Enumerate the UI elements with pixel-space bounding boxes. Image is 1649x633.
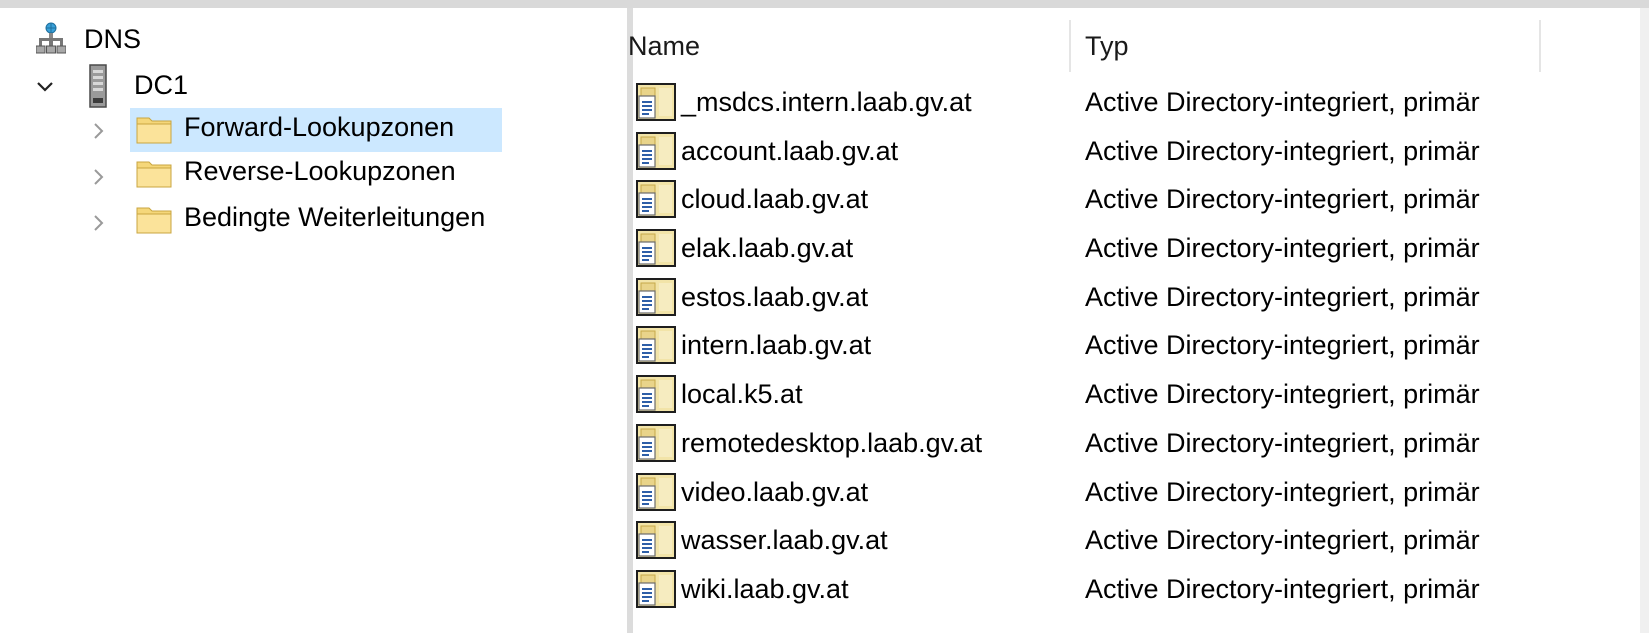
folder-icon: [136, 117, 172, 144]
chevron-right-icon[interactable]: [90, 122, 108, 140]
list-item[interactable]: video.laab.gv.at Active Directory-integr…: [633, 468, 1649, 517]
folder-icon: [136, 207, 172, 234]
zone-file-icon: [636, 375, 676, 414]
column-header-name[interactable]: Name: [628, 16, 1068, 76]
column-header-typ[interactable]: Typ: [1085, 16, 1545, 76]
console-tree: DNS DC1 Forward-Lookupzonen Reverse-Look…: [0, 8, 627, 633]
zone-name: estos.laab.gv.at: [681, 281, 869, 312]
list-item[interactable]: cloud.laab.gv.at Active Directory-integr…: [633, 175, 1649, 224]
zone-name: account.laab.gv.at: [681, 135, 899, 166]
tree-label-dns: DNS: [84, 24, 142, 54]
tree-label-reverse-lookupzonen: Reverse-Lookupzonen: [184, 156, 456, 186]
list-item[interactable]: estos.laab.gv.at Active Directory-integr…: [633, 273, 1649, 322]
chevron-right-icon[interactable]: [90, 214, 108, 232]
zone-name: local.k5.at: [681, 379, 803, 410]
server-icon: [89, 64, 107, 108]
zone-file-icon: [636, 521, 676, 560]
tree-node-bedingte-weiterleitungen[interactable]: Bedingte Weiterleitungen: [90, 198, 570, 244]
zone-type: Active Directory-integriert, primär: [1085, 184, 1480, 215]
tree-label-forward-lookupzonen: Forward-Lookupzonen: [184, 112, 455, 142]
column-divider[interactable]: [1069, 20, 1071, 72]
zone-file-icon: [636, 326, 676, 365]
zone-file-icon: [636, 277, 676, 316]
list-item[interactable]: intern.laab.gv.at Active Directory-integ…: [633, 321, 1649, 370]
zone-file-icon: [636, 131, 676, 170]
zone-file-icon: [636, 472, 676, 511]
list-item[interactable]: local.k5.at Active Directory-integriert,…: [633, 370, 1649, 419]
zone-type: Active Directory-integriert, primär: [1085, 476, 1480, 507]
folder-icon: [136, 161, 172, 188]
zone-file-icon: [636, 569, 676, 608]
zone-type: Active Directory-integriert, primär: [1085, 281, 1480, 312]
zone-rows: _msdcs.intern.laab.gv.at Active Director…: [633, 78, 1649, 614]
column-divider[interactable]: [1539, 20, 1541, 72]
zone-list: Name Typ _msdcs.intern.laab.gv.at Active…: [628, 8, 1649, 633]
zone-name: video.laab.gv.at: [681, 476, 869, 507]
zone-name: wasser.laab.gv.at: [681, 525, 888, 556]
zone-file-icon: [636, 423, 676, 462]
tree-node-dc1[interactable]: DC1: [30, 64, 230, 108]
chevron-right-icon[interactable]: [90, 168, 108, 186]
zone-type: Active Directory-integriert, primär: [1085, 87, 1480, 117]
chevron-down-icon[interactable]: [36, 78, 54, 96]
zone-type: Active Directory-integriert, primär: [1085, 427, 1480, 458]
list-item[interactable]: remotedesktop.laab.gv.at Active Director…: [633, 419, 1649, 468]
zone-file-icon: [636, 180, 676, 219]
zone-name: cloud.laab.gv.at: [681, 184, 869, 215]
tree-node-dns[interactable]: DNS: [34, 20, 174, 60]
list-item[interactable]: wasser.laab.gv.at Active Directory-integ…: [633, 516, 1649, 565]
list-item[interactable]: _msdcs.intern.laab.gv.at Active Director…: [633, 78, 1649, 127]
tree-label-dc1: DC1: [134, 70, 189, 100]
list-item[interactable]: wiki.laab.gv.at Active Directory-integri…: [633, 565, 1649, 614]
zone-type: Active Directory-integriert, primär: [1085, 330, 1480, 361]
zone-type: Active Directory-integriert, primär: [1085, 379, 1480, 410]
zone-name: intern.laab.gv.at: [681, 330, 872, 361]
zone-type: Active Directory-integriert, primär: [1085, 135, 1480, 166]
list-item[interactable]: elak.laab.gv.at Active Directory-integri…: [633, 224, 1649, 273]
list-item[interactable]: account.laab.gv.at Active Directory-inte…: [633, 127, 1649, 176]
dns-network-icon: [36, 22, 66, 54]
zone-type: Active Directory-integriert, primär: [1085, 573, 1480, 604]
tree-node-reverse-lookupzonen[interactable]: Reverse-Lookupzonen: [90, 152, 510, 198]
zone-file-icon: [636, 83, 676, 121]
window-top-border: [0, 0, 1649, 8]
window-right-edge: [1640, 8, 1649, 633]
zone-type: Active Directory-integriert, primär: [1085, 525, 1480, 556]
zone-name: wiki.laab.gv.at: [681, 573, 849, 604]
zone-file-icon: [636, 229, 676, 268]
zone-name: elak.laab.gv.at: [681, 233, 854, 264]
zone-type: Active Directory-integriert, primär: [1085, 233, 1480, 264]
tree-node-forward-lookupzonen[interactable]: Forward-Lookupzonen: [90, 106, 510, 152]
zone-name: _msdcs.intern.laab.gv.at: [681, 87, 972, 117]
zone-name: remotedesktop.laab.gv.at: [681, 427, 983, 458]
tree-label-bedingte-weiterleitungen: Bedingte Weiterleitungen: [184, 202, 486, 232]
